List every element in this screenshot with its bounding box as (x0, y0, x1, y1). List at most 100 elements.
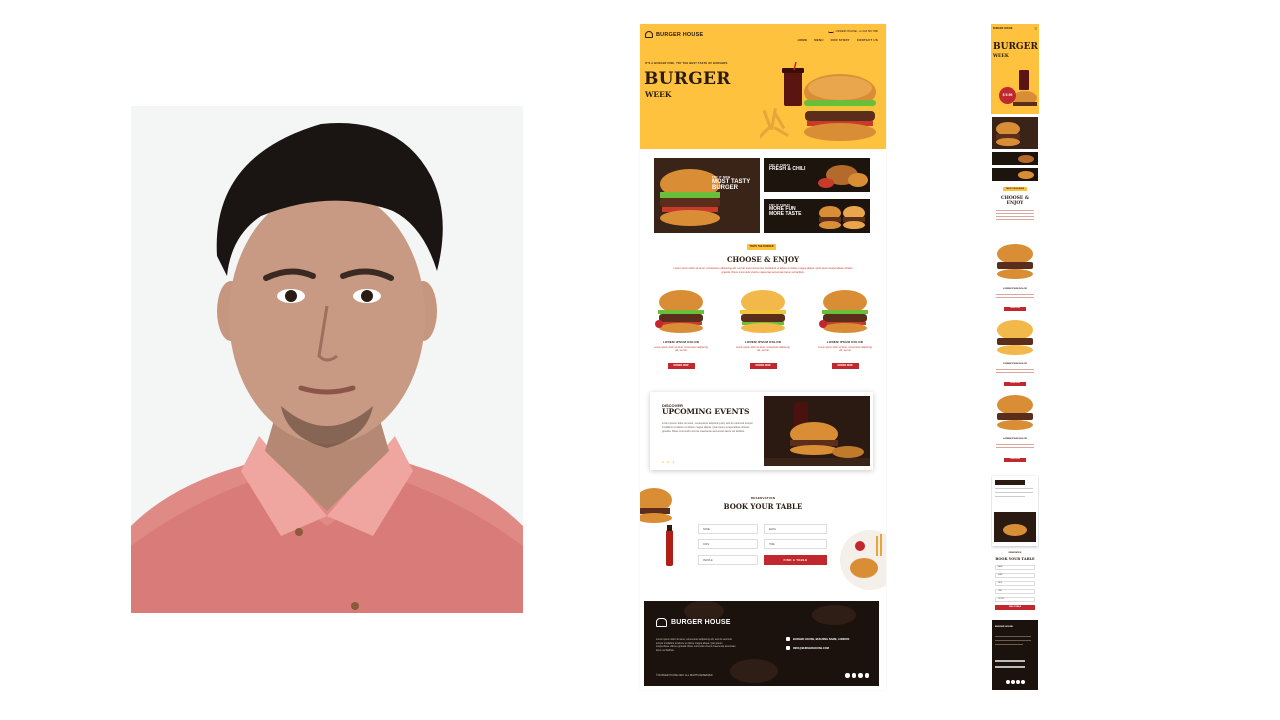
name-field[interactable]: NAME (698, 524, 758, 534)
nav-contact[interactable]: CONTACT US (857, 38, 878, 42)
mobile-people-field[interactable]: PEOPLE (995, 597, 1035, 602)
logo[interactable]: BURGER HOUSE (645, 31, 703, 38)
mobile-section-title: CHOOSE & ENJOY (991, 196, 1039, 206)
events-description: Lorem ipsum dolor sit amet, consectetur … (662, 422, 753, 433)
menu-card: LOREM IPSUM DOLOR Lorem ipsum dolor sit … (646, 288, 716, 378)
mobile-item-text (996, 369, 1034, 375)
facebook-icon[interactable] (845, 673, 850, 678)
mobile-hero-subtitle: WEEK (993, 54, 1009, 59)
menu-card: LOREM IPSUM DOLOR Lorem ipsum dolor sit … (810, 288, 880, 378)
mobile-item-title: LOREM IPSUM DOLOR (1003, 438, 1027, 440)
mobile-promo-image[interactable] (992, 117, 1038, 149)
mobile-name-field[interactable]: NAME (995, 565, 1035, 570)
section-title: CHOOSE & ENJOY (726, 255, 800, 264)
date-field[interactable]: DATE (698, 539, 758, 549)
promo-title: FRESH & CHILI (769, 165, 806, 172)
mobile-mockup: BURGER HOUSE ≡ BURGER WEEK $ 5.99 TASTE … (991, 24, 1039, 690)
events-burger-image (764, 396, 870, 466)
hero-section: BURGER HOUSE ORDER ONLINE: +1 234 567 89… (640, 24, 886, 149)
nav-home[interactable]: HOME (798, 38, 808, 42)
email-text: INFO@BURGERHOUSE.COM (793, 646, 829, 650)
nav-our-story[interactable]: OUR STORY (831, 38, 850, 42)
menu-card-title: LOREM IPSUM DOLOR (826, 340, 864, 344)
logo-text: BURGER HOUSE (656, 31, 704, 38)
mobile-section-title-line2: ENJOY (1006, 201, 1024, 207)
mobile-item-text (996, 294, 1034, 300)
promo-more-fun-label: TRY IT TODAY MORE FUN MORE TASTE (769, 204, 801, 217)
mobile-footer-details (995, 636, 1031, 684)
promo-tile-more-fun[interactable]: TRY IT TODAY MORE FUN MORE TASTE (764, 199, 870, 233)
footer-address: BURGER HOUSE, BUILDING NAME, LONDON (786, 637, 849, 641)
burger-image (655, 290, 704, 333)
price-badge: $ 5.99 (999, 87, 1016, 104)
mobile-promo-image[interactable] (992, 168, 1038, 181)
hamburger-menu-icon[interactable]: ≡ (1035, 26, 1037, 31)
burger-logo-icon (656, 618, 667, 627)
burger-image (740, 290, 786, 333)
mobile-promo-image[interactable] (992, 152, 1038, 165)
address-text: BURGER HOUSE, BUILDING NAME, LONDON (793, 637, 850, 641)
hero-tagline: IT'S A BURGER FINE, TRY THE BEST TASTE O… (645, 62, 728, 65)
burger-image (819, 290, 868, 333)
order-now-button[interactable]: ORDER NOW (831, 362, 859, 369)
mobile-date-field[interactable]: DATE (995, 581, 1035, 586)
order-now-button[interactable]: ORDER NOW (749, 362, 777, 369)
mobile-hero-image (1013, 70, 1037, 106)
menu-card-desc: Lorem ipsum dolor sit amet, consectetur … (736, 346, 790, 353)
mobile-burger-image (997, 320, 1033, 355)
mobile-logo[interactable]: BURGER HOUSE (993, 27, 1013, 30)
portfolio-canvas: BURGER HOUSE ORDER ONLINE: +1 234 567 89… (0, 0, 1280, 720)
promo-burger-image (654, 158, 760, 233)
booking-kicker: RESERVATION (750, 496, 776, 500)
footer-email[interactable]: INFO@BURGERHOUSE.COM (786, 646, 829, 650)
mobile-item-title: LOREM IPSUM DOLOR (1003, 288, 1027, 290)
hero-burger-image (760, 62, 876, 141)
carousel-dots[interactable]: ● ● ● (662, 460, 675, 464)
mobile-order-button[interactable]: ORDER NOW (1004, 458, 1026, 462)
contact-info: ORDER ONLINE: +1 234 567 890 (827, 29, 878, 33)
mail-icon (786, 646, 790, 650)
mobile-item-title: LOREM IPSUM DOLOR (1003, 363, 1027, 365)
footer-logo[interactable]: BURGER HOUSE (656, 618, 731, 627)
promo-fresh-label: TRY IT TODAY FRESH & CHILI (769, 164, 805, 172)
mobile-email-field[interactable]: EMAIL (995, 573, 1035, 578)
youtube-icon[interactable] (864, 673, 869, 678)
email-field[interactable]: EMAIL (764, 524, 827, 534)
delivery-icon (827, 29, 834, 33)
order-now-button[interactable]: ORDER NOW (667, 362, 695, 369)
mobile-time-field[interactable]: TIME (995, 589, 1035, 594)
location-icon (786, 637, 790, 641)
twitter-icon[interactable] (858, 673, 863, 678)
menu-card-desc: Lorem ipsum dolor sit amet, consectetur … (654, 346, 708, 353)
mobile-hero-title: BURGER (993, 42, 1038, 52)
hero-subtitle: WEEK (645, 90, 672, 99)
promo-tile-large[interactable]: TRY IT NOW MOST TASTY BURGER (654, 158, 760, 233)
footer-logo-text: BURGER HOUSE (671, 619, 731, 626)
promo-tile-fresh-chili[interactable]: TRY IT TODAY FRESH & CHILI (764, 158, 870, 192)
mobile-booking-kicker: RESERVATION (1008, 552, 1022, 554)
time-field[interactable]: TIME (764, 539, 827, 549)
menu-card-desc: Lorem ipsum dolor sit amet, consectetur … (818, 346, 872, 353)
mobile-events-card (992, 476, 1038, 546)
promo-title-line2: BURGER (712, 185, 739, 192)
mobile-burger-image (997, 395, 1033, 430)
mobile-order-button[interactable]: ORDER NOW (1004, 307, 1026, 311)
menu-card-title: LOREM IPSUM DOLOR (744, 340, 782, 344)
booking-plate-decor (840, 530, 886, 590)
main-nav: HOME MENU OUR STORY CONTACT US (798, 38, 878, 42)
section-tag: TASTE THE BURGER (747, 244, 776, 250)
nav-menu[interactable]: MENU (814, 38, 823, 42)
people-field[interactable]: PEOPLE (698, 555, 758, 565)
portrait-photo (131, 106, 523, 613)
section-description: Lorem ipsum dolor sit amet, consectetur … (673, 267, 853, 274)
mobile-order-button[interactable]: ORDER NOW (1004, 382, 1026, 386)
desktop-mockup: BURGER HOUSE ORDER ONLINE: +1 234 567 89… (640, 24, 886, 690)
mobile-find-table-button[interactable]: FIND A TABLE (995, 605, 1035, 610)
promo-title-line2: MORE TASTE (769, 211, 802, 218)
find-table-button[interactable]: FIND A TABLE (764, 555, 827, 565)
menu-card: LOREM IPSUM DOLOR Lorem ipsum dolor sit … (728, 288, 798, 378)
promo-large-label: TRY IT NOW MOST TASTY BURGER (712, 176, 750, 192)
contact-text: ORDER ONLINE: +1 234 567 890 (835, 29, 878, 33)
instagram-icon[interactable] (851, 673, 856, 678)
footer-description: Lorem ipsum dolor sit amet, consectetur … (656, 638, 736, 652)
